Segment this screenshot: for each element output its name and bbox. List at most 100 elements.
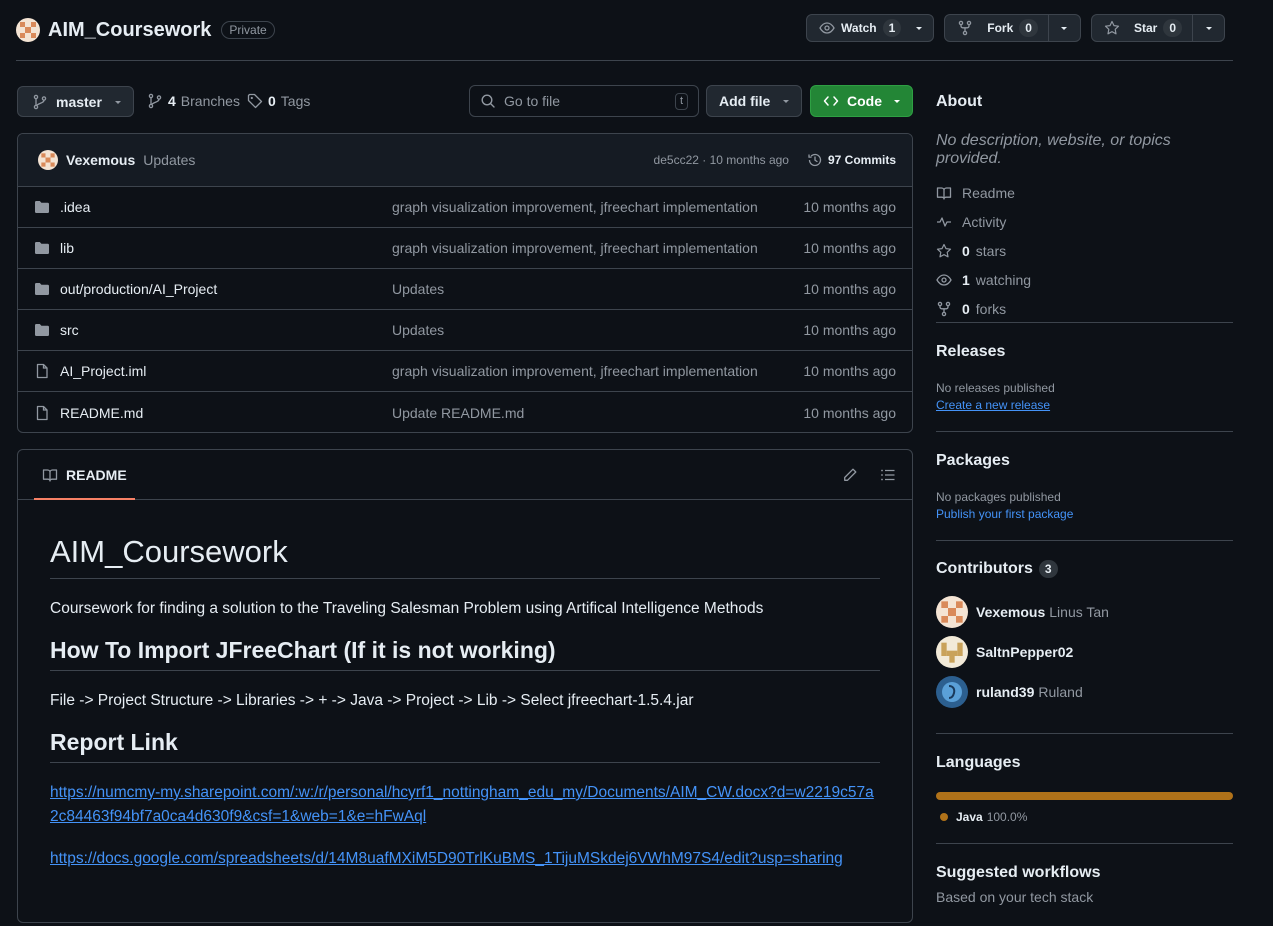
- repo-name[interactable]: AIM_Coursework: [48, 19, 211, 42]
- commit-author[interactable]: Vexemous: [66, 152, 135, 168]
- file-row[interactable]: AI_Project.iml graph visualization improv…: [18, 351, 912, 392]
- stars-link[interactable]: 0 stars: [936, 236, 1233, 265]
- eye-icon: [936, 273, 952, 286]
- create-release-link[interactable]: Create a new release: [936, 398, 1050, 412]
- readme-import-steps: File -> Project Structure -> Libraries -…: [50, 692, 694, 709]
- language-item[interactable]: Java 100.0%: [936, 810, 1233, 824]
- file-commit-time: 10 months ago: [803, 322, 896, 338]
- folder-icon: [34, 199, 50, 215]
- file-name[interactable]: src: [60, 322, 390, 338]
- file-commit-time: 10 months ago: [803, 240, 896, 256]
- owner-avatar[interactable]: [16, 18, 40, 42]
- report-link-google-sheet[interactable]: https://docs.google.com/spreadsheets/d/1…: [50, 850, 843, 867]
- contributors-count: 3: [1038, 560, 1058, 578]
- file-commit-message[interactable]: graph visualization improvement, jfreech…: [392, 199, 803, 215]
- chevron-down-icon: [894, 100, 900, 103]
- readme-panel: README AIM_Coursework Coursework for fin…: [17, 449, 913, 923]
- outline-list-icon[interactable]: [880, 467, 896, 483]
- workflows-section: Suggested workflows Based on your tech s…: [936, 864, 1233, 905]
- book-icon: [42, 468, 58, 482]
- branches-count: 4: [168, 93, 176, 109]
- file-row[interactable]: out/production/AI_Project Updates 10 month…: [18, 269, 912, 310]
- branch-name: master: [56, 93, 102, 110]
- file-commit-message[interactable]: graph visualization improvement, jfreech…: [392, 363, 803, 379]
- code-button[interactable]: Code: [810, 85, 913, 117]
- about-title: About: [936, 93, 983, 110]
- file-commit-message[interactable]: Updates: [392, 322, 803, 338]
- forks-link[interactable]: 0 forks: [936, 294, 1233, 323]
- commit-author-avatar[interactable]: [38, 150, 58, 170]
- code-label: Code: [847, 93, 882, 109]
- file-commit-message[interactable]: graph visualization improvement, jfreech…: [392, 240, 803, 256]
- go-to-file-search[interactable]: Go to file t: [469, 85, 699, 117]
- commit-message[interactable]: Updates: [143, 152, 195, 168]
- file-row[interactable]: .idea graph visualization improvement, jf…: [18, 187, 912, 228]
- pencil-icon[interactable]: [842, 467, 858, 483]
- watch-dropdown[interactable]: [911, 15, 933, 41]
- file-name[interactable]: .idea: [60, 199, 390, 215]
- packages-title[interactable]: Packages: [936, 452, 1233, 470]
- watching-count: 1: [962, 271, 970, 288]
- avatar: [936, 676, 968, 708]
- search-icon: [481, 94, 495, 108]
- file-icon: [34, 363, 50, 379]
- tags-count: 0: [268, 93, 276, 109]
- activity-link[interactable]: Activity: [936, 207, 1233, 236]
- star-button[interactable]: Star 0: [1090, 14, 1225, 42]
- language-name: Java: [956, 810, 983, 824]
- watch-button[interactable]: Watch 1: [806, 14, 935, 42]
- language-bar: [936, 792, 1233, 800]
- commits-link[interactable]: 97 Commits: [807, 152, 896, 168]
- publish-package-link[interactable]: Publish your first package: [936, 507, 1073, 521]
- folder-icon: [34, 322, 50, 338]
- file-name[interactable]: AI_Project.iml: [60, 363, 390, 379]
- readme-heading-report: Report Link: [50, 729, 880, 763]
- readme-title: AIM_Coursework: [50, 534, 880, 579]
- contributor-login: Vexemous: [976, 604, 1046, 620]
- languages-section: Languages Java 100.0%: [936, 754, 1233, 824]
- sidebar-divider: [936, 843, 1233, 844]
- chevron-down-icon: [1205, 27, 1212, 30]
- contributor-item[interactable]: Vexemous Linus Tan: [936, 592, 1233, 632]
- file-row[interactable]: src Updates 10 months ago: [18, 310, 912, 351]
- packages-text: No packages published: [936, 490, 1061, 504]
- search-shortcut: t: [674, 92, 688, 110]
- about-section: About No description, website, or topics…: [936, 93, 1233, 323]
- readme-link[interactable]: Readme: [936, 178, 1233, 207]
- file-name[interactable]: out/production/AI_Project: [60, 281, 390, 297]
- file-commit-message[interactable]: Update README.md: [392, 405, 803, 421]
- workflows-title: Suggested workflows: [936, 864, 1101, 881]
- file-row[interactable]: lib graph visualization improvement, jfre…: [18, 228, 912, 269]
- contributor-item[interactable]: SaltnPepper02: [936, 632, 1233, 672]
- fork-dropdown[interactable]: [1047, 15, 1080, 41]
- star-label: Star: [1133, 21, 1158, 35]
- contributor-name: Linus Tan: [1049, 604, 1109, 620]
- readme-header: README: [18, 450, 912, 500]
- branches-link[interactable]: 4 Branches: [147, 93, 240, 109]
- tab-readme[interactable]: README: [34, 450, 135, 500]
- releases-text: No releases published: [936, 381, 1055, 395]
- fork-icon: [959, 20, 972, 36]
- fork-button[interactable]: Fork 0: [944, 14, 1081, 42]
- file-commit-time: 10 months ago: [803, 404, 896, 421]
- stars-label: stars: [975, 242, 1007, 259]
- add-file-button[interactable]: Add file: [706, 85, 802, 117]
- tags-link[interactable]: 0 Tags: [247, 93, 310, 109]
- file-name[interactable]: lib: [60, 240, 390, 256]
- fork-icon: [937, 301, 951, 316]
- file-list: .idea graph visualization improvement, jf…: [18, 187, 912, 432]
- repo-actions: Watch 1 Fork 0 Star 0: [806, 14, 1225, 42]
- report-link-sharepoint[interactable]: https://numcmy-my.sharepoint.com/:w:/r/p…: [50, 784, 874, 825]
- contributors-title[interactable]: Contributors: [936, 560, 1033, 578]
- commit-sha-time[interactable]: de5cc22 · 10 months ago: [654, 153, 789, 167]
- watching-link[interactable]: 1 watching: [936, 265, 1233, 294]
- git-branch-icon: [148, 93, 162, 109]
- contributor-item[interactable]: ruland39 Ruland: [936, 672, 1233, 712]
- file-commit-message[interactable]: Updates: [392, 281, 803, 297]
- releases-title[interactable]: Releases: [936, 343, 1233, 361]
- branch-selector[interactable]: master: [17, 86, 134, 117]
- star-dropdown[interactable]: [1192, 15, 1224, 41]
- file-name[interactable]: README.md: [60, 405, 390, 421]
- file-row[interactable]: README.md Update README.md 10 months ago: [18, 392, 912, 432]
- add-file-label: Add file: [719, 93, 771, 109]
